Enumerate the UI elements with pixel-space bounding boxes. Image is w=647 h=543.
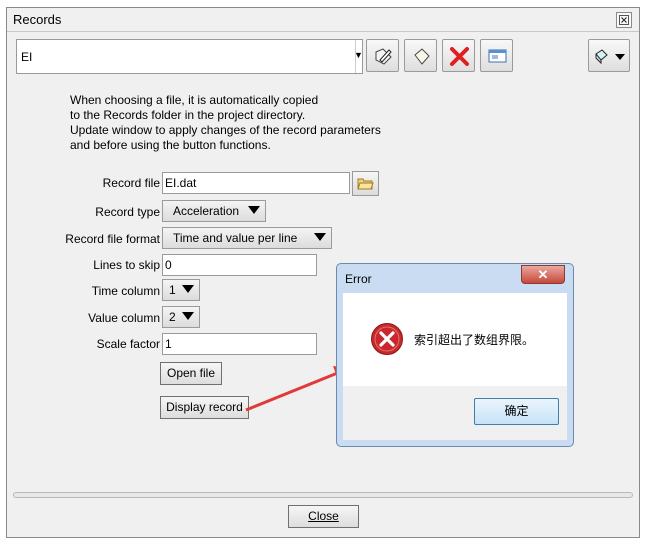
menu-button[interactable] — [588, 39, 630, 72]
close-button-label: Close — [308, 509, 339, 523]
edit-icon — [375, 48, 392, 65]
chevron-down-icon — [248, 206, 260, 214]
close-icon: ✕ — [537, 267, 549, 282]
error-icon — [371, 323, 403, 355]
value-column-value: 2 — [169, 310, 176, 324]
scale-factor-label: Scale factor — [96, 337, 160, 351]
record-select[interactable]: EI ▼ — [16, 39, 363, 74]
delete-record-button[interactable] — [442, 39, 475, 72]
record-type-label: Record type — [95, 205, 160, 219]
record-type-select[interactable]: Acceleration — [162, 200, 266, 222]
value-column-select[interactable]: 2 — [162, 306, 200, 328]
time-column-select[interactable]: 1 — [162, 279, 200, 301]
time-column-label: Time column — [91, 284, 160, 298]
record-file-format-label: Record file format — [65, 232, 160, 246]
record-file-label: Record file — [102, 176, 160, 190]
edit-record-button[interactable] — [366, 39, 399, 72]
chevron-down-icon — [182, 285, 194, 293]
open-file-button[interactable]: Open file — [160, 362, 222, 385]
info-line: Update window to apply changes of the re… — [70, 123, 381, 137]
error-dialog: Error ✕ 索引超出了数组界限。 确定 — [336, 263, 574, 447]
close-button[interactable]: Close — [288, 505, 359, 528]
error-dialog-title: Error — [345, 272, 372, 286]
error-dialog-body: 索引超出了数组界限。 — [343, 293, 567, 386]
ok-button[interactable]: 确定 — [474, 398, 559, 425]
error-dialog-close-button[interactable]: ✕ — [521, 265, 565, 284]
delete-icon — [450, 47, 469, 66]
scale-factor-input[interactable]: 1 — [162, 333, 317, 355]
status-bar — [13, 492, 633, 498]
info-line: and before using the button functions. — [70, 138, 271, 152]
error-message: 索引超出了数组界限。 — [414, 333, 535, 347]
display-icon — [488, 49, 507, 63]
new-record-button[interactable] — [404, 39, 437, 72]
folder-icon — [357, 178, 374, 190]
window-close-button[interactable] — [616, 12, 632, 28]
info-line: When choosing a file, it is automaticall… — [70, 93, 319, 107]
chevron-down-icon — [182, 312, 194, 320]
chevron-down-icon — [314, 233, 326, 241]
annotation-arrow-line — [245, 370, 341, 412]
close-icon — [619, 15, 629, 25]
info-line: to the Records folder in the project dir… — [70, 108, 306, 122]
lines-to-skip-input[interactable]: 0 — [162, 254, 317, 276]
browse-file-button[interactable] — [352, 171, 379, 196]
chevron-down-icon: ▼ — [354, 50, 363, 60]
window-title: Records — [13, 12, 62, 27]
record-file-format-value: Time and value per line — [173, 231, 298, 245]
time-column-value: 1 — [169, 283, 176, 297]
new-icon — [414, 48, 430, 65]
value-column-label: Value column — [88, 311, 160, 325]
display-record-toolbar-button[interactable] — [480, 39, 513, 72]
record-file-format-select[interactable]: Time and value per line — [162, 227, 332, 249]
record-file-input[interactable]: EI.dat — [162, 172, 350, 194]
display-record-button[interactable]: Display record — [160, 396, 249, 419]
record-type-value: Acceleration — [173, 204, 240, 218]
lines-to-skip-label: Lines to skip — [93, 258, 160, 272]
title-bar: Records — [7, 8, 639, 32]
record-select-value: EI — [21, 50, 33, 64]
info-text: When choosing a file, it is automaticall… — [70, 93, 400, 153]
menu-icon — [595, 49, 625, 65]
